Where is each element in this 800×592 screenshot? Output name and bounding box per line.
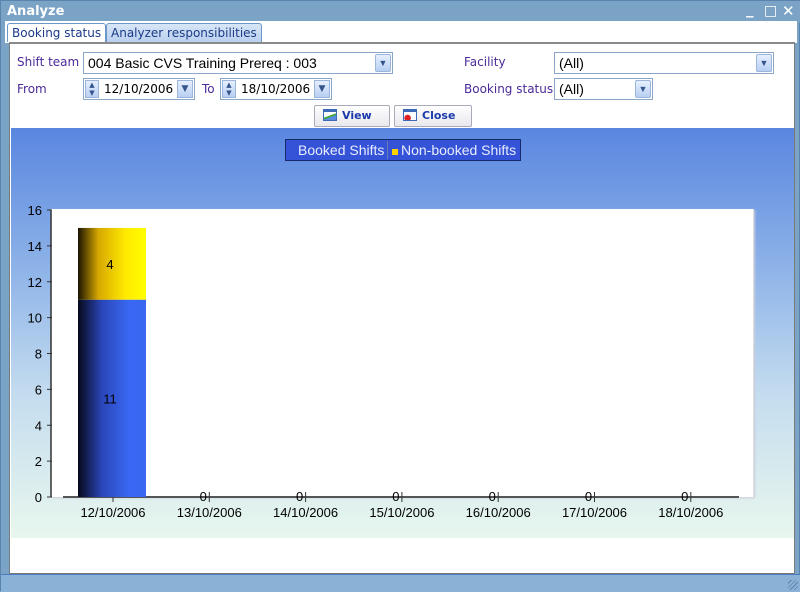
data-label: 0 xyxy=(681,489,688,504)
y-tick-label: 16 xyxy=(28,203,42,218)
data-label: 4 xyxy=(106,257,113,272)
data-label: 0 xyxy=(585,489,592,504)
data-label: 11 xyxy=(103,391,117,406)
analyze-window: Analyze _ □ ✕ Booking status Analyzer re… xyxy=(0,0,800,592)
resize-grip-icon[interactable] xyxy=(788,580,798,590)
y-tick-label: 4 xyxy=(35,418,42,433)
bar-chart: 024681012141612/10/200611413/10/2006014/… xyxy=(28,203,739,520)
y-tick-label: 6 xyxy=(35,382,42,397)
data-label: 0 xyxy=(200,489,207,504)
x-tick-label: 13/10/2006 xyxy=(177,505,242,520)
data-label: 0 xyxy=(296,489,303,504)
y-tick-label: 2 xyxy=(35,454,42,469)
data-label: 0 xyxy=(489,489,496,504)
data-label: 0 xyxy=(392,489,399,504)
y-tick-label: 14 xyxy=(28,239,42,254)
x-tick-label: 15/10/2006 xyxy=(369,505,434,520)
x-tick-label: 17/10/2006 xyxy=(562,505,627,520)
status-bar xyxy=(1,574,800,592)
y-tick-label: 10 xyxy=(28,311,42,326)
x-tick-label: 18/10/2006 xyxy=(658,505,723,520)
x-tick-label: 12/10/2006 xyxy=(80,505,145,520)
x-tick-label: 14/10/2006 xyxy=(273,505,338,520)
y-tick-label: 8 xyxy=(35,347,42,362)
y-tick-label: 0 xyxy=(35,490,42,505)
y-tick-label: 12 xyxy=(28,275,42,290)
x-tick-label: 16/10/2006 xyxy=(466,505,531,520)
